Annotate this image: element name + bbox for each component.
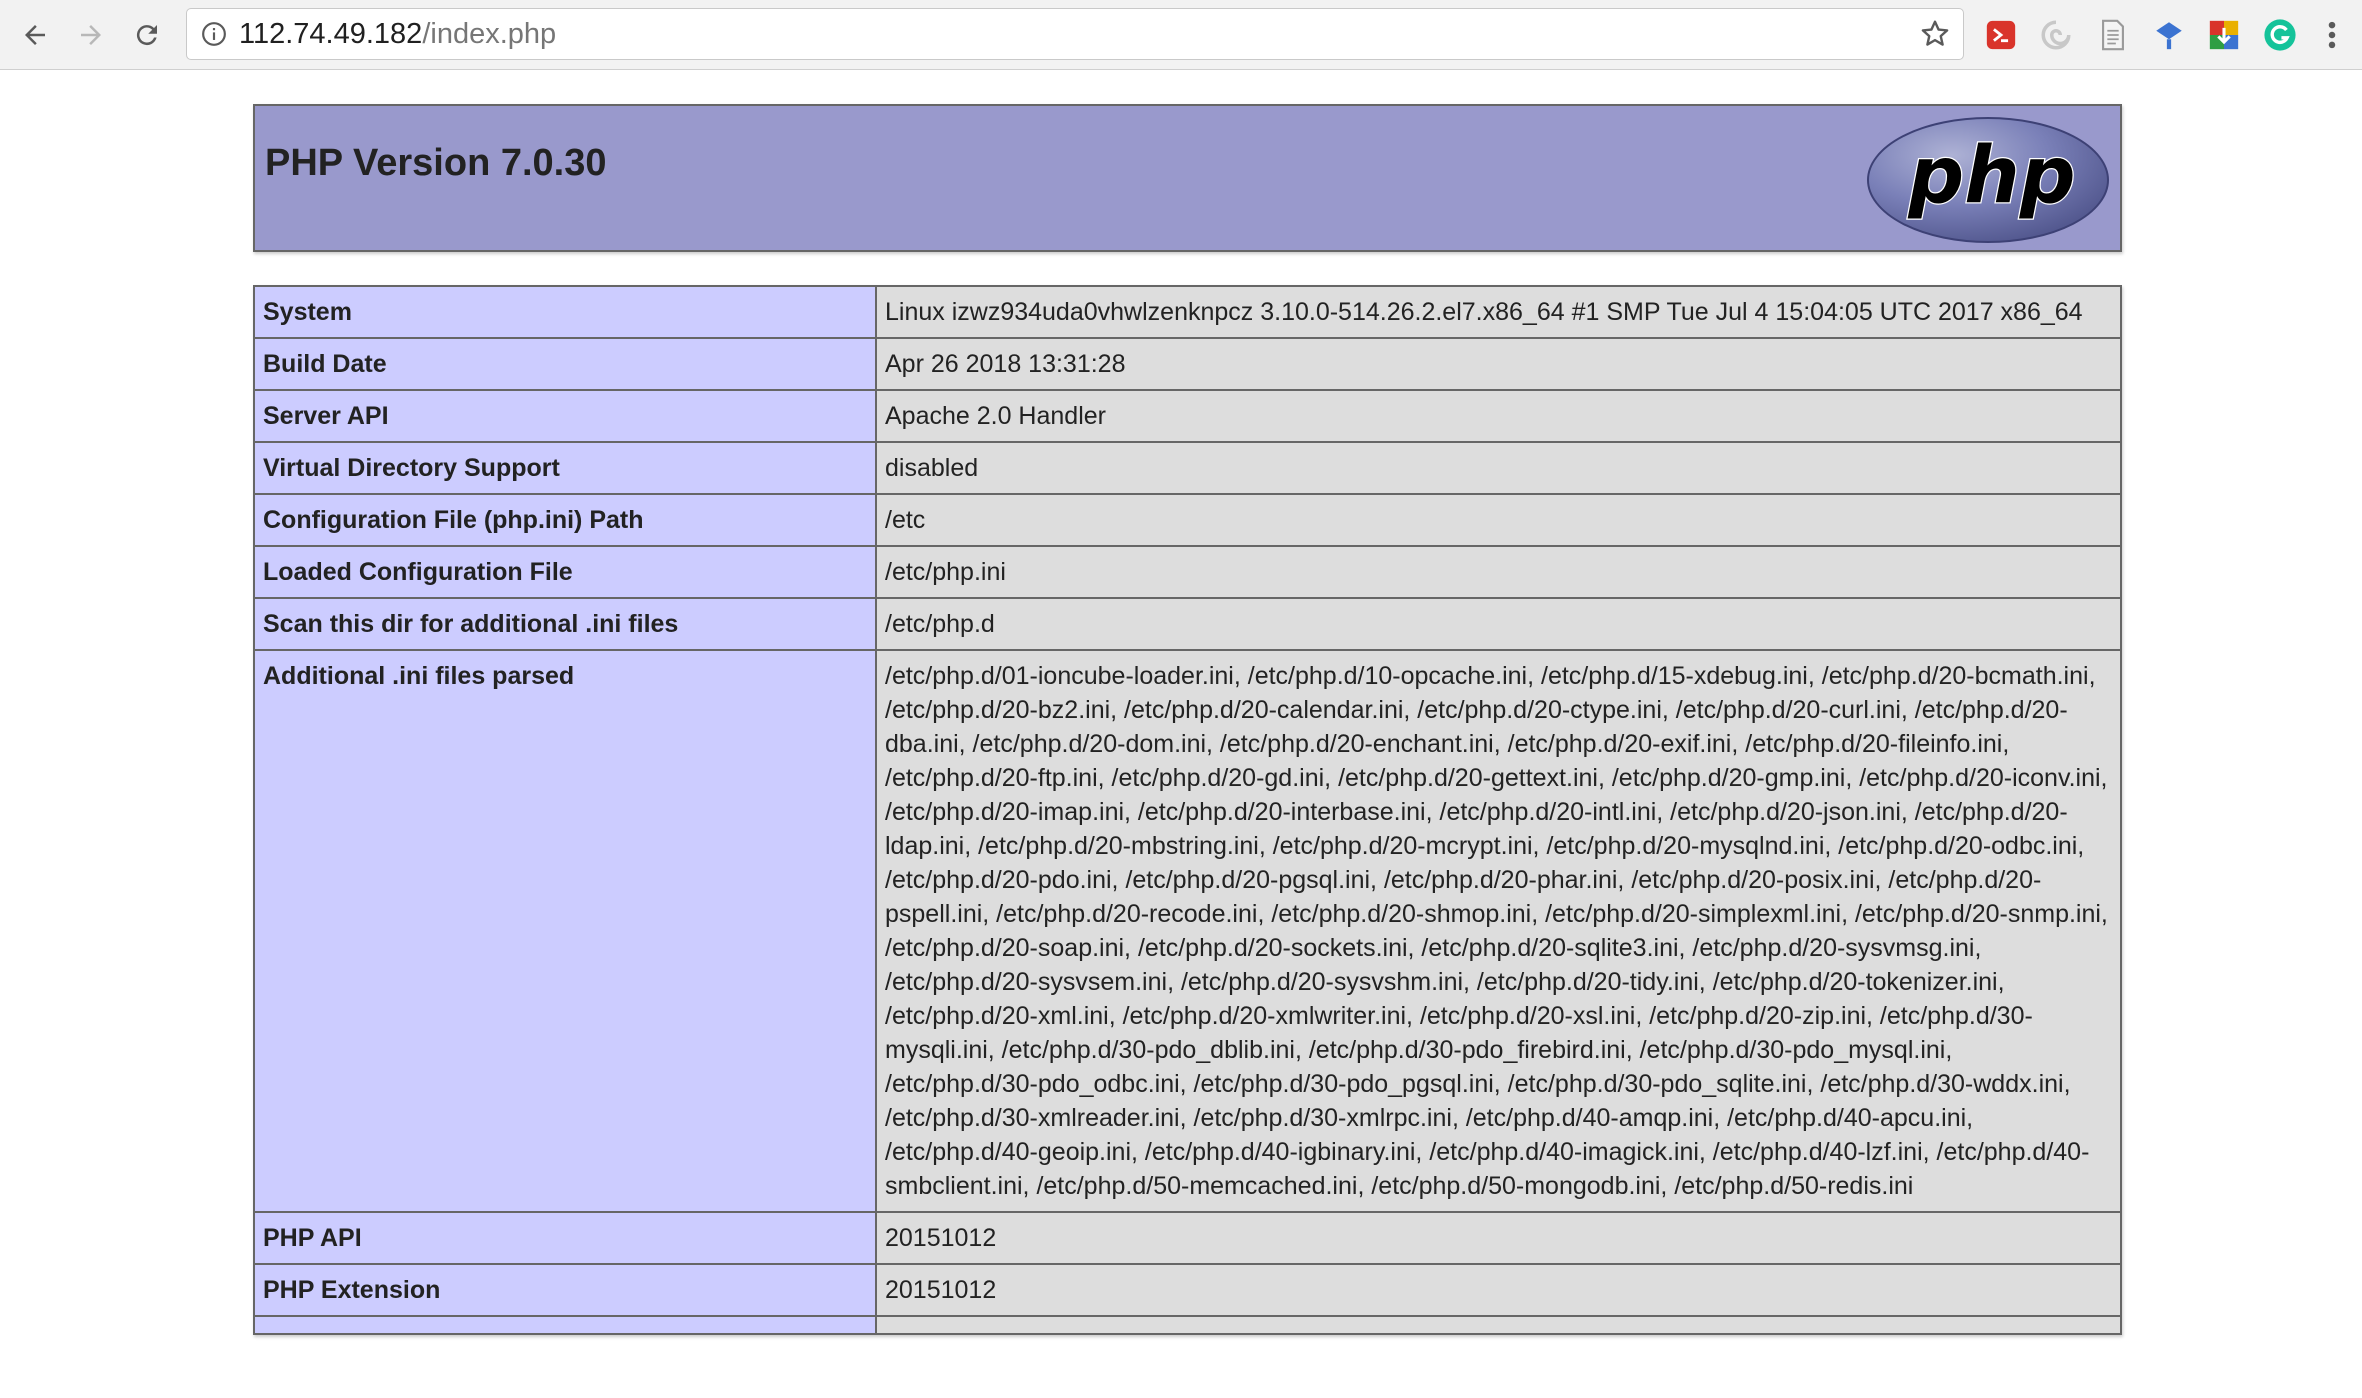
- swirl-extension-icon[interactable]: [2038, 17, 2074, 53]
- row-label: Additional .ini files parsed: [253, 649, 877, 1213]
- row-label: Configuration File (php.ini) Path: [253, 493, 877, 547]
- menu-button[interactable]: [2320, 17, 2344, 53]
- grammarly-extension-icon[interactable]: [2262, 17, 2298, 53]
- svg-text:php: php: [1907, 131, 2075, 221]
- page-content: PHP Version 7.0.30 php System Linux izwz9…: [0, 70, 2362, 1398]
- row-value: [875, 1315, 2122, 1335]
- table-row: Configuration File (php.ini) Path/etc: [253, 493, 2122, 547]
- table-row: PHP Extension 20151012: [253, 1263, 2122, 1317]
- reload-icon: [136, 25, 157, 46]
- row-label: PHP API: [253, 1211, 877, 1265]
- table-row: Additional .ini files parsed/etc/php.d/0…: [253, 649, 2122, 1213]
- row-label: System: [253, 285, 877, 339]
- table-row: Virtual Directory Support disabled: [253, 441, 2122, 495]
- arrow-left-icon: [25, 25, 45, 45]
- table-row: PHP API 20151012: [253, 1211, 2122, 1265]
- row-label: Server API: [253, 389, 877, 443]
- star-icon[interactable]: [1919, 18, 1951, 50]
- reload-button[interactable]: [126, 14, 168, 56]
- colorful-extension-icon[interactable]: [2206, 17, 2242, 53]
- row-value: Apache 2.0 Handler: [875, 389, 2122, 443]
- row-label: Virtual Directory Support: [253, 441, 877, 495]
- address-bar[interactable]: 112.74.49.182/index.php: [186, 8, 1964, 60]
- row-label: PHP Extension: [253, 1263, 877, 1317]
- php-logo[interactable]: php: [1866, 116, 2110, 244]
- row-value: /etc/php.d/01-ioncube-loader.ini, /etc/p…: [875, 649, 2122, 1213]
- row-label: Scan this dir for additional .ini files: [253, 597, 877, 651]
- blue-shape-extension-icon[interactable]: [2151, 17, 2187, 53]
- kebab-menu-icon: [2328, 21, 2336, 49]
- back-button[interactable]: [14, 14, 56, 56]
- browser-toolbar: 112.74.49.182/index.php: [0, 0, 2362, 70]
- row-value: Apr 26 2018 13:31:28: [875, 337, 2122, 391]
- row-label: [253, 1315, 877, 1335]
- table-row: Server API Apache 2.0 Handler: [253, 389, 2122, 443]
- info-circle-icon[interactable]: [201, 21, 227, 47]
- url-text[interactable]: 112.74.49.182/index.php: [239, 9, 556, 59]
- url-host: 112.74.49.182: [239, 18, 423, 50]
- row-label: Build Date: [253, 337, 877, 391]
- row-value: /etc/php.d: [875, 597, 2122, 651]
- page-title: PHP Version 7.0.30: [265, 142, 607, 184]
- php-info-table: System Linux izwz934uda0vhwlzenknpcz 3.10…: [253, 285, 2122, 1335]
- table-row: Scan this dir for additional .ini files /…: [253, 597, 2122, 651]
- red-extension-icon[interactable]: [1983, 17, 2019, 53]
- row-value: 20151012: [875, 1263, 2122, 1317]
- document-extension-icon[interactable]: [2095, 17, 2131, 53]
- table-row: Build Date Apr 26 2018 13:31:28: [253, 337, 2122, 391]
- row-value: disabled: [875, 441, 2122, 495]
- phpinfo-header: PHP Version 7.0.30 php: [253, 104, 2122, 252]
- row-value: 20151012: [875, 1211, 2122, 1265]
- table-row: [253, 1315, 2122, 1335]
- table-row: System Linux izwz934uda0vhwlzenknpcz 3.10…: [253, 285, 2122, 339]
- row-value: /etc/php.ini: [875, 545, 2122, 599]
- forward-button[interactable]: [70, 14, 112, 56]
- url-path: /index.php: [422, 18, 557, 50]
- row-value: /etc: [875, 493, 2122, 547]
- arrow-right-icon: [81, 25, 101, 45]
- table-row: Loaded Configuration File/etc/php.ini: [253, 545, 2122, 599]
- row-value: Linux izwz934uda0vhwlzenknpcz 3.10.0-514…: [875, 285, 2122, 339]
- row-label: Loaded Configuration File: [253, 545, 877, 599]
